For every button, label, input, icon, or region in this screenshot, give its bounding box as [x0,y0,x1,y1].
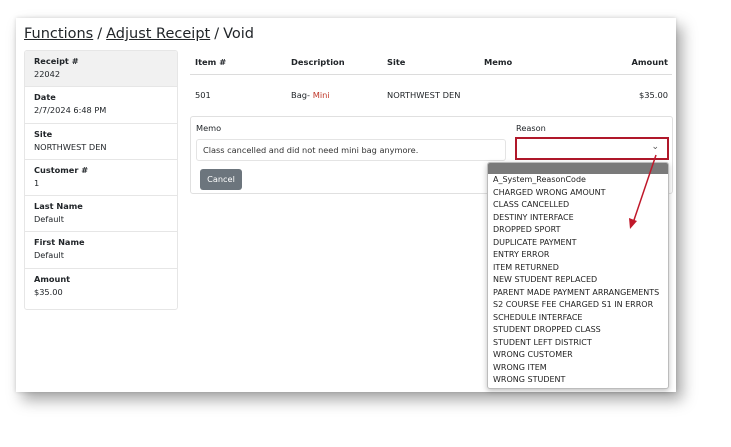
reason-option[interactable]: DUPLICATE PAYMENT [488,237,668,250]
reason-option[interactable]: STUDENT DROPPED CLASS [488,324,668,337]
dropdown-highlighted-option[interactable] [488,163,668,174]
cell-amount: $35.00 [638,90,668,100]
detail-value: Default [34,214,64,225]
header-description: Description [291,57,345,67]
reason-option[interactable]: CLASS CANCELLED [488,199,668,212]
reason-option[interactable]: PARENT MADE PAYMENT ARRANGEMENTS [488,287,668,300]
header-memo: Memo [484,57,513,67]
breadcrumb-adjust-receipt-link[interactable]: Adjust Receipt [106,26,210,42]
detail-value: 2/7/2024 6:48 PM [34,105,107,116]
breadcrumb-separator: / [214,26,220,42]
reason-option[interactable]: CHARGED WRONG AMOUNT [488,187,668,200]
memo-input[interactable]: Class cancelled and did not need mini ba… [196,139,506,161]
reason-option[interactable]: WRONG STUDENT [488,374,668,387]
detail-first-name: First Name Default [25,232,177,269]
cancel-button[interactable]: Cancel [200,169,242,190]
chevron-down-icon: ⌄ [651,142,659,152]
detail-label: Date [34,92,56,103]
receipt-details-panel: Receipt # 22042 Date 2/7/2024 6:48 PM Si… [24,50,178,310]
detail-value: $35.00 [34,286,63,297]
table-header-row: Item # Description Site Memo Amount [190,50,672,75]
detail-label: Site [34,128,53,139]
detail-label: Customer # [34,164,89,175]
reason-option[interactable]: STUDENT LEFT DISTRICT [488,337,668,350]
memo-label: Memo [196,123,222,133]
receipt-items-table: Item # Description Site Memo Amount 501 … [190,50,672,100]
reason-dropdown-list[interactable]: A_System_ReasonCode CHARGED WRONG AMOUNT C… [487,162,669,389]
detail-last-name: Last Name Default [25,196,177,233]
detail-label: Last Name [34,201,83,212]
detail-date: Date 2/7/2024 6:48 PM [25,87,177,124]
breadcrumb-separator: / [97,26,103,42]
detail-label: First Name [34,237,85,248]
header-amount: Amount [631,57,668,67]
reason-option[interactable]: DROPPED SPORT [488,224,668,237]
reason-label: Reason [516,123,546,133]
detail-amount: Amount $35.00 [25,269,177,305]
breadcrumb-functions-link[interactable]: Functions [24,26,93,42]
description-highlight: Mini [312,90,330,100]
cell-site: NORTHWEST DEN [387,90,461,100]
reason-option[interactable]: SCHEDULE INTERFACE [488,312,668,325]
detail-label: Amount [34,273,71,284]
reason-select[interactable]: ⌄ [515,137,669,160]
detail-label: Receipt # [34,56,79,66]
cell-item: 501 [195,90,211,100]
detail-customer-number: Customer # 1 [25,160,177,197]
detail-receipt-number: Receipt # 22042 [25,51,177,88]
reason-option[interactable]: DESTINY INTERFACE [488,212,668,225]
breadcrumb: Functions / Adjust Receipt / Void [24,24,254,44]
reason-option[interactable]: S2 COURSE FEE CHARGED S1 IN ERROR [488,299,668,312]
detail-value: Default [34,250,64,261]
cell-description: Bag- Mini [291,83,330,107]
reason-option[interactable]: ITEM RETURNED [488,262,668,275]
reason-option[interactable]: ENTRY ERROR [488,249,668,262]
detail-value: 1 [34,177,40,188]
reason-option[interactable]: A_System_ReasonCode [488,174,668,187]
reason-option[interactable]: WRONG CUSTOMER [488,349,668,362]
description-text: Bag- [291,90,313,100]
detail-site: Site NORTHWEST DEN [25,124,177,160]
header-site: Site [387,57,406,67]
reason-option[interactable]: WRONG ITEM [488,362,668,375]
header-item: Item # [195,57,227,67]
table-row: 501 Bag- Mini NORTHWEST DEN $35.00 [190,83,672,107]
reason-option[interactable]: NEW STUDENT REPLACED [488,274,668,287]
detail-value: 22042 [34,69,61,79]
detail-value: NORTHWEST DEN [34,141,107,152]
breadcrumb-current-void: Void [223,26,255,42]
